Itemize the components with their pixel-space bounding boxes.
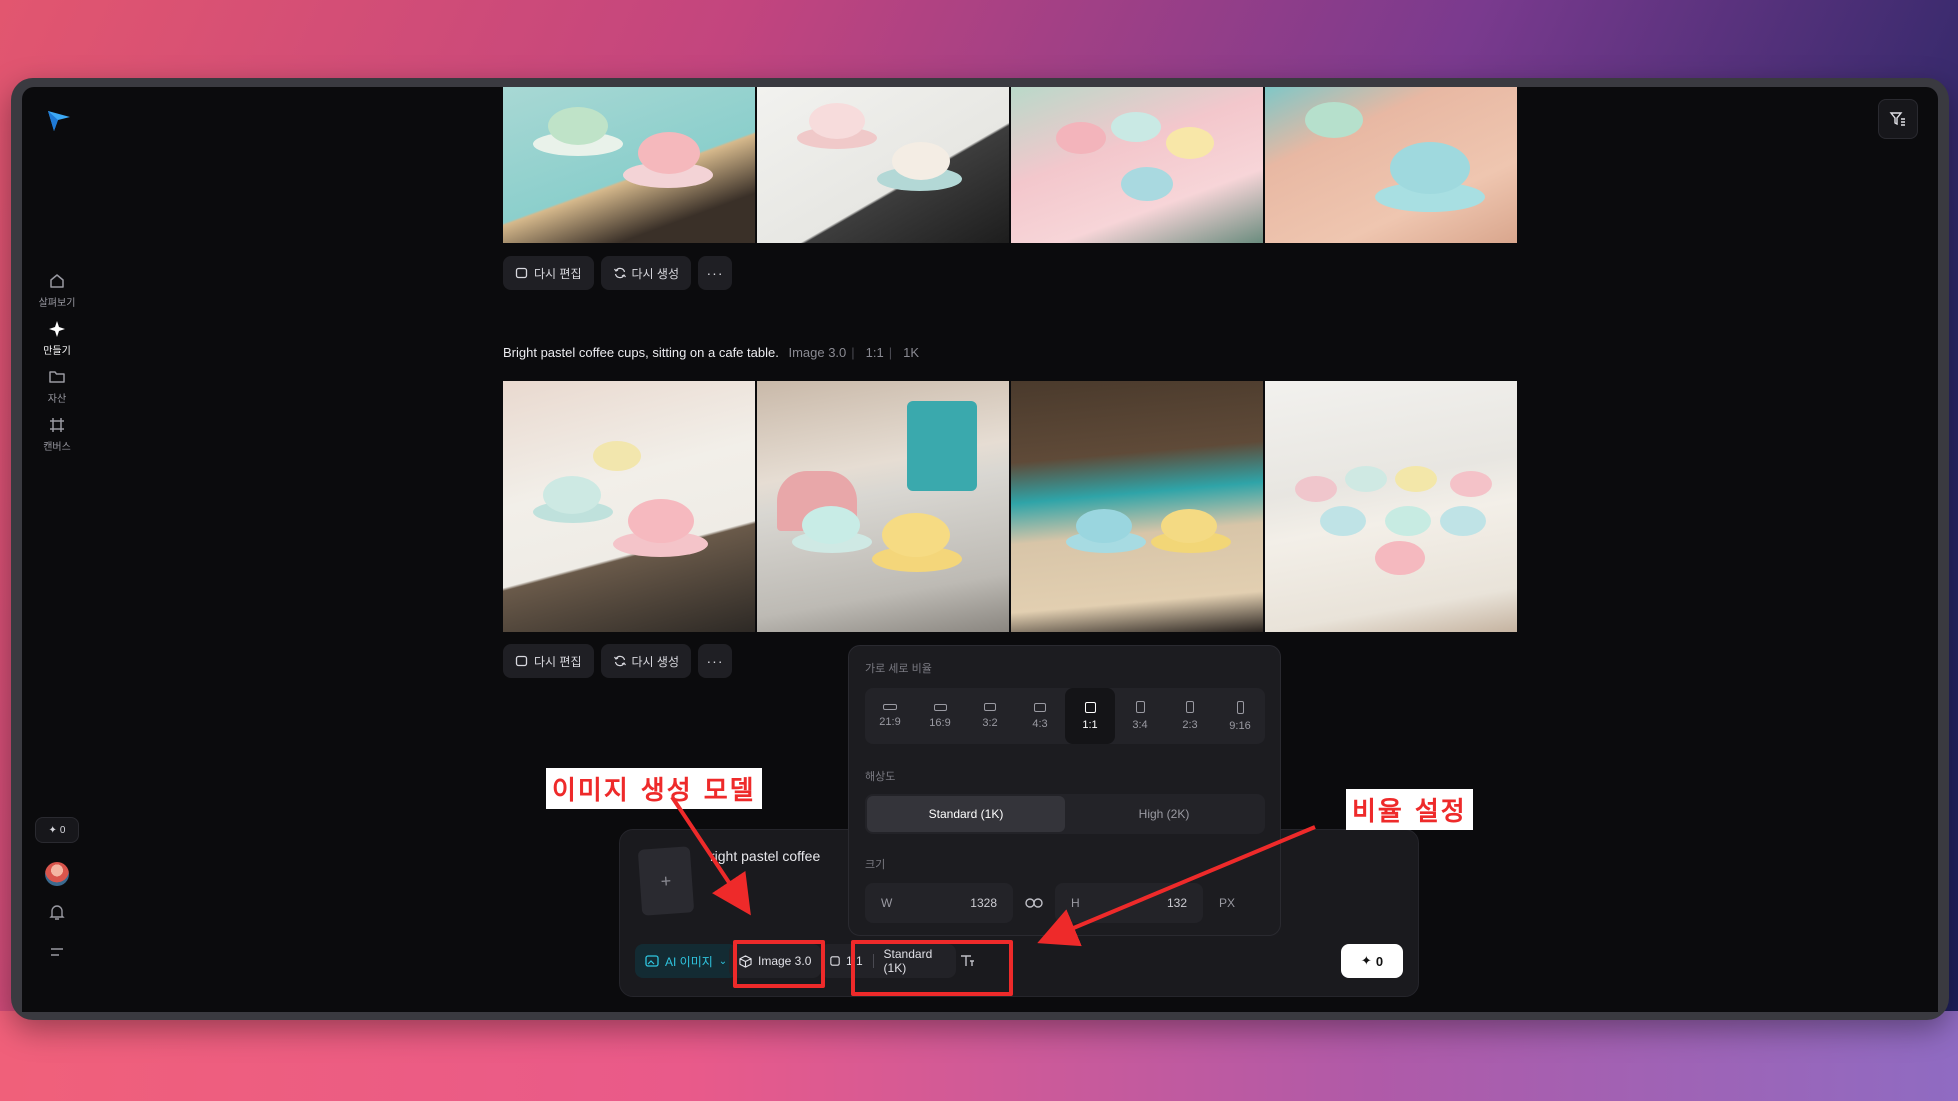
width-field[interactable]: W 1328 bbox=[865, 883, 1013, 923]
regenerate-label: 다시 생성 bbox=[631, 266, 680, 281]
sidebar: 살펴보기 만들기 자산 캔버스 ✦ 0 bbox=[22, 87, 92, 1012]
ratio-option-21-9[interactable]: 21:9 bbox=[865, 688, 915, 744]
resolution-option-high[interactable]: High (2K) bbox=[1065, 796, 1263, 832]
image-icon bbox=[645, 955, 659, 967]
generated-image[interactable] bbox=[757, 87, 1009, 243]
ratio-popover: 가로 세로 비율 21:9 16:9 3:2 4:3 1:1 3:4 2:3 9… bbox=[848, 645, 1281, 936]
size-section-label: 크기 bbox=[865, 859, 886, 871]
regenerate-button[interactable]: 다시 생성 bbox=[600, 256, 691, 290]
filter-button[interactable] bbox=[1878, 99, 1918, 139]
height-field[interactable]: H 132 bbox=[1055, 883, 1203, 923]
generated-image[interactable] bbox=[1265, 87, 1517, 243]
height-value: 132 bbox=[1166, 896, 1187, 910]
generated-image[interactable] bbox=[1265, 381, 1517, 632]
sidebar-item-create[interactable]: 만들기 bbox=[22, 320, 92, 357]
canvas-icon bbox=[50, 418, 64, 432]
width-key: W bbox=[881, 896, 893, 910]
more-button[interactable]: ··· bbox=[698, 644, 732, 678]
credits-badge[interactable]: ✦ 0 bbox=[35, 817, 79, 843]
ratio-section-label: 가로 세로 비율 bbox=[865, 663, 932, 675]
sparkle-icon: ✦ bbox=[48, 824, 57, 836]
app-screen: 살펴보기 만들기 자산 캔버스 ✦ 0 다시 편집 다시 생성 ··· Brig… bbox=[22, 87, 1938, 1012]
link-aspect-button[interactable] bbox=[1013, 897, 1055, 909]
filter-icon bbox=[1889, 112, 1905, 126]
refresh-icon bbox=[613, 267, 626, 279]
reedit-label: 다시 편집 bbox=[534, 266, 582, 281]
regenerate-label: 다시 생성 bbox=[631, 654, 680, 669]
ratio-option-4-3[interactable]: 4:3 bbox=[1015, 688, 1065, 744]
aspect-ratio-options: 21:9 16:9 3:2 4:3 1:1 3:4 2:3 9:16 bbox=[865, 688, 1265, 744]
image-actions-row-1: 다시 편집 다시 생성 ··· bbox=[503, 256, 732, 290]
folder-icon bbox=[49, 371, 65, 383]
prompt-ratio: 1:1 bbox=[865, 345, 884, 360]
prompt-model: Image 3.0 bbox=[788, 345, 847, 360]
annotation-callout-ratio: 비율 설정 bbox=[1346, 789, 1473, 830]
home-icon bbox=[50, 274, 64, 288]
generated-image[interactable] bbox=[1011, 381, 1263, 632]
logo-icon[interactable] bbox=[44, 105, 74, 135]
generate-cost: 0 bbox=[1375, 953, 1384, 969]
annotation-callout-model: 이미지 생성 모델 bbox=[546, 768, 762, 809]
ratio-option-16-9[interactable]: 16:9 bbox=[915, 688, 965, 744]
ai-image-label: AI 이미지 bbox=[665, 954, 713, 969]
square-ratio-icon bbox=[830, 956, 840, 966]
sidebar-item-label: 살펴보기 bbox=[38, 298, 76, 309]
image-actions-row-2: 다시 편집 다시 생성 ··· bbox=[503, 644, 732, 678]
generated-image[interactable] bbox=[503, 381, 755, 632]
ratio-option-2-3[interactable]: 2:3 bbox=[1165, 688, 1215, 744]
edit-icon bbox=[515, 267, 528, 279]
background-gradient bbox=[0, 1011, 1958, 1101]
ratio-option-9-16[interactable]: 9:16 bbox=[1215, 688, 1265, 744]
width-value: 1328 bbox=[970, 896, 997, 910]
menu-icon[interactable] bbox=[47, 942, 67, 962]
refresh-icon bbox=[613, 655, 626, 667]
bell-icon[interactable] bbox=[47, 902, 67, 922]
app-window-frame: 살펴보기 만들기 자산 캔버스 ✦ 0 다시 편집 다시 생성 ··· Brig… bbox=[11, 78, 1949, 1020]
ai-image-mode-dropdown[interactable]: AI 이미지 ⌄ bbox=[635, 944, 738, 978]
prompt-text: Bright pastel coffee cups, sitting on a … bbox=[503, 345, 779, 360]
link-icon bbox=[1025, 898, 1043, 908]
resolution-options: Standard (1K) High (2K) bbox=[865, 794, 1265, 834]
resolution-section-label: 해상도 bbox=[865, 771, 896, 783]
image-row-1 bbox=[503, 87, 1517, 243]
prompt-caption: Bright pastel coffee cups, sitting on a … bbox=[503, 345, 920, 360]
regenerate-button[interactable]: 다시 생성 bbox=[600, 644, 691, 678]
unit-label: PX bbox=[1219, 896, 1236, 910]
chevron-down-icon: ⌄ bbox=[718, 955, 728, 967]
prompt-resolution: 1K bbox=[903, 345, 920, 360]
sparkle-icon: ✦ bbox=[1360, 953, 1372, 968]
generated-image[interactable] bbox=[503, 87, 755, 243]
image-row-2 bbox=[503, 381, 1517, 632]
sparkle-icon bbox=[49, 321, 65, 337]
sidebar-item-assets[interactable]: 자산 bbox=[22, 368, 92, 405]
annotation-box-model bbox=[733, 940, 825, 988]
ratio-option-3-4[interactable]: 3:4 bbox=[1115, 688, 1165, 744]
generated-image[interactable] bbox=[757, 381, 1009, 632]
more-button[interactable]: ··· bbox=[698, 256, 732, 290]
reedit-label: 다시 편집 bbox=[534, 654, 582, 669]
ratio-option-1-1[interactable]: 1:1 bbox=[1065, 688, 1115, 744]
generate-button[interactable]: ✦ 0 bbox=[1341, 944, 1403, 978]
reedit-button[interactable]: 다시 편집 bbox=[503, 644, 594, 678]
sidebar-item-label: 만들기 bbox=[43, 346, 71, 357]
sidebar-item-explore[interactable]: 살펴보기 bbox=[22, 272, 92, 309]
edit-icon bbox=[515, 655, 528, 667]
prompt-input[interactable]: right pastel coffee bbox=[710, 848, 820, 864]
reedit-button[interactable]: 다시 편집 bbox=[503, 256, 594, 290]
generated-image[interactable] bbox=[1011, 87, 1263, 243]
ratio-option-3-2[interactable]: 3:2 bbox=[965, 688, 1015, 744]
sidebar-item-label: 자산 bbox=[47, 394, 67, 405]
credits-count: 0 bbox=[59, 824, 66, 836]
resolution-option-standard[interactable]: Standard (1K) bbox=[867, 796, 1065, 832]
add-reference-image-button[interactable]: + bbox=[637, 846, 695, 916]
sidebar-item-label: 캔버스 bbox=[43, 442, 71, 453]
avatar[interactable] bbox=[45, 862, 69, 886]
size-inputs: W 1328 H 132 PX bbox=[865, 883, 1265, 923]
sidebar-item-canvas[interactable]: 캔버스 bbox=[22, 416, 92, 453]
annotation-box-ratio bbox=[851, 940, 1013, 996]
height-key: H bbox=[1071, 896, 1080, 910]
